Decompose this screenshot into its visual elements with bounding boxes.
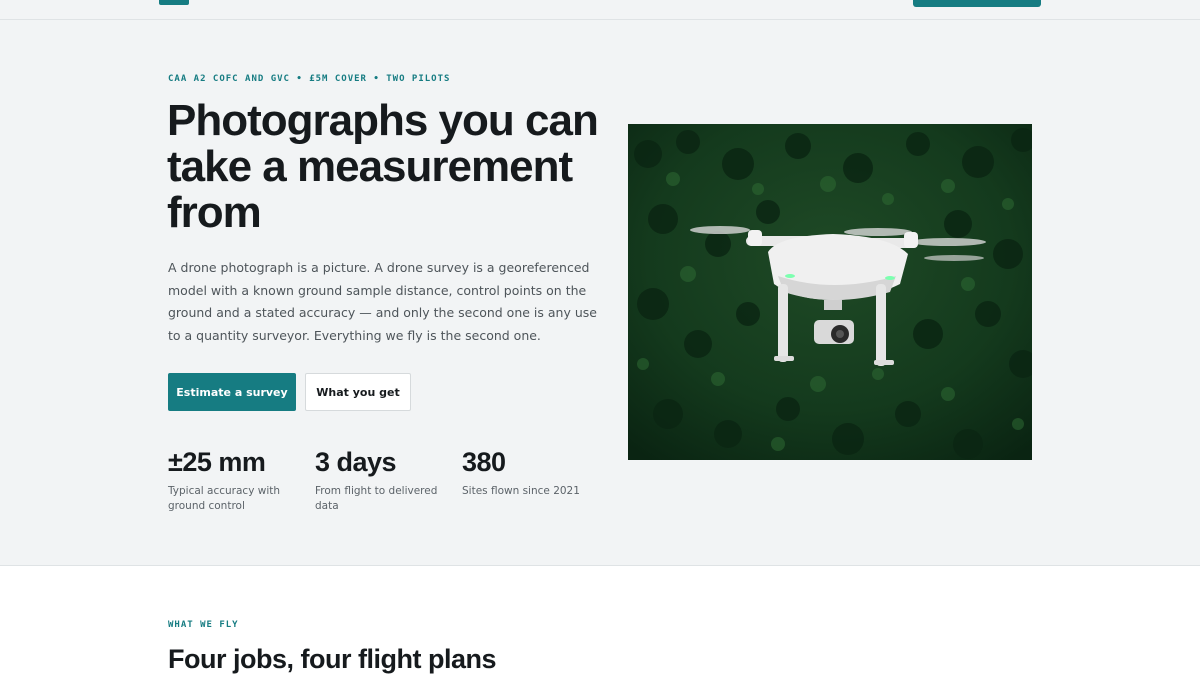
estimate-survey-button[interactable]: Estimate a survey — [168, 373, 296, 411]
stat-value: 3 days — [315, 447, 397, 477]
stat-turnaround: 3 days From flight to delivered data — [315, 446, 450, 514]
stat-value: ±25 mm — [168, 447, 266, 477]
stat-label: Typical accuracy with ground control — [168, 485, 281, 512]
what-you-get-button[interactable]: What you get — [305, 373, 411, 411]
services-eyebrow: WHAT WE FLY — [168, 620, 239, 630]
services-title: Four jobs, four flight plans — [168, 644, 496, 674]
hero-lede: A drone photograph is a picture. A drone… — [168, 260, 597, 343]
hero-eyebrow: CAA A2 COFC AND GVC • £5M COVER • TWO PI… — [168, 74, 451, 84]
stat-accuracy: ±25 mm Typical accuracy with ground cont… — [168, 446, 303, 514]
hero-section: CAA A2 COFC AND GVC • £5M COVER • TWO PI… — [0, 20, 1200, 566]
stat-label: Sites flown since 2021 — [462, 485, 580, 497]
site-header — [0, 0, 1200, 20]
stat-label: From flight to delivered data — [315, 485, 438, 512]
hero-headline: Photographs you can take a measurement f… — [167, 96, 599, 237]
stat-value: 380 — [462, 447, 506, 477]
hero-drone-image — [628, 124, 1032, 460]
stat-sites: 380 Sites flown since 2021 — [462, 446, 597, 499]
logo-mark-icon[interactable] — [159, 0, 189, 5]
header-cta-button[interactable] — [913, 0, 1041, 7]
